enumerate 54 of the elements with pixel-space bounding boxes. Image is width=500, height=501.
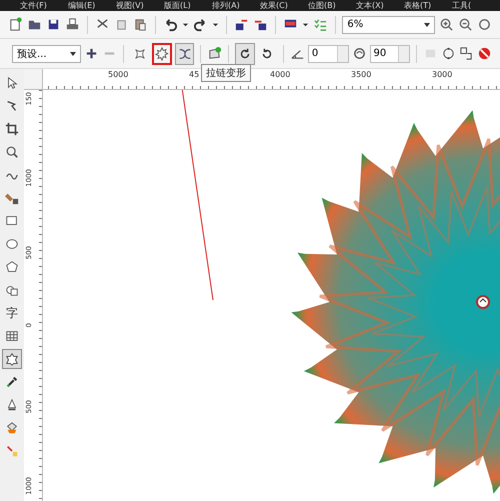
- pen-nib-icon: [5, 398, 19, 412]
- zoom-level-dropdown[interactable]: 6%: [342, 16, 436, 34]
- ruler-label: 45: [189, 70, 200, 79]
- tool-button[interactable]: [2, 349, 22, 369]
- ellipse-icon: [5, 237, 19, 251]
- distortion-mode-button[interactable]: [175, 42, 194, 64]
- pointer-icon: [5, 76, 19, 90]
- ruler-label: 3500: [351, 70, 372, 79]
- angle-field[interactable]: 0: [308, 44, 348, 62]
- distortion-mode-button[interactable]: [152, 42, 172, 64]
- redo-icon[interactable]: [192, 17, 208, 32]
- text-tool[interactable]: 字: [2, 303, 22, 323]
- tooltip: 拉链变形: [201, 64, 251, 82]
- table-icon: [5, 329, 19, 343]
- gradient-fill-icon: [5, 444, 19, 458]
- paste-icon[interactable]: [132, 17, 148, 32]
- rectangle-icon: [5, 214, 19, 228]
- rotation-button[interactable]: [235, 42, 255, 64]
- menu-item[interactable]: 文件(F): [20, 0, 68, 10]
- printer-icon[interactable]: [65, 17, 80, 32]
- menu-item[interactable]: 表格(T): [404, 0, 452, 10]
- push-pull-icon: [132, 46, 147, 60]
- menu-item[interactable]: 工具(: [452, 0, 500, 10]
- zigzag-star-icon: [155, 46, 170, 60]
- shapes-icon: [5, 283, 19, 297]
- circle-nodes-icon[interactable]: [441, 46, 456, 61]
- ruler-label: 4000: [270, 70, 290, 79]
- menu-item[interactable]: 排列(A): [212, 0, 260, 10]
- ruler-label: 5000: [108, 70, 128, 79]
- menu-item[interactable]: 文本(X): [356, 0, 404, 10]
- fill-icon: [5, 421, 19, 435]
- save-icon[interactable]: [46, 17, 61, 32]
- twist-icon: [178, 46, 192, 60]
- checklist-icon[interactable]: [312, 17, 328, 32]
- crop-icon: [5, 122, 19, 136]
- ruler-label: 3000: [432, 70, 452, 79]
- import-icon[interactable]: [234, 17, 249, 32]
- polygon-icon: [5, 260, 19, 274]
- menu-item[interactable]: 位图(B): [308, 0, 356, 10]
- menu-item[interactable]: 视图(V): [116, 0, 164, 10]
- new-document-icon[interactable]: [8, 17, 23, 32]
- zoom-icon: [5, 145, 19, 159]
- amplitude-icon: [352, 46, 366, 61]
- clear-icon[interactable]: [477, 46, 492, 61]
- preset-dropdown[interactable]: 预设...: [12, 44, 82, 62]
- zoom-in-icon[interactable]: [439, 17, 454, 32]
- eyedropper-icon: [5, 375, 19, 389]
- amplitude-field[interactable]: 90: [370, 44, 410, 62]
- menu-item[interactable]: 效果(C): [260, 0, 308, 10]
- center-handle-icon[interactable]: [476, 295, 490, 309]
- menu-item[interactable]: 版面(L): [164, 0, 212, 10]
- zoom-out-icon[interactable]: [458, 17, 474, 32]
- star-icon: [5, 352, 19, 366]
- menu-item[interactable]: 编辑(E): [68, 0, 116, 10]
